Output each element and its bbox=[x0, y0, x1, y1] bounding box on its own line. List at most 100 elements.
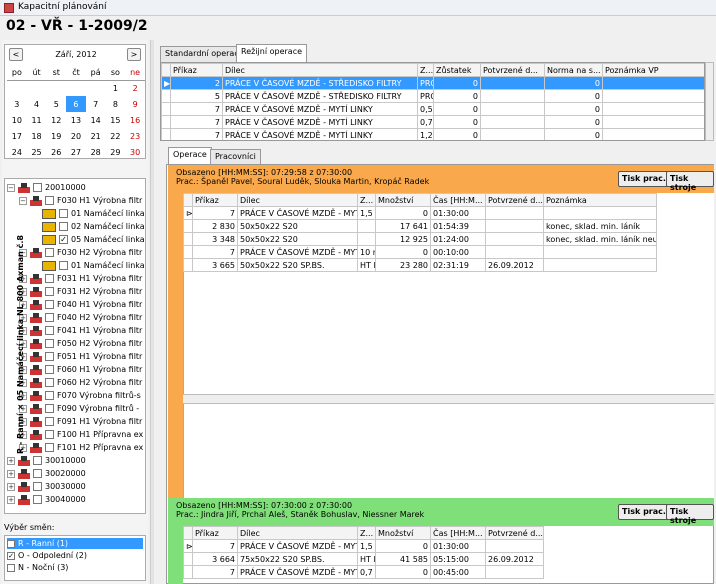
shift-checkbox[interactable]: ✓ bbox=[7, 551, 15, 560]
table-row[interactable]: 7 PRÁCE V ČASOVÉ MZDĚ - MYT... 0,7 0 00:45:0… bbox=[183, 565, 544, 579]
tree-node[interactable]: − F030 H1 Výrobna filtr bbox=[19, 194, 142, 207]
column-header[interactable]: Z... bbox=[357, 193, 376, 207]
table-row[interactable]: 5 PRÁCE V ČASOVÉ MZDĚ - STŘEDISKO FILTRY P… bbox=[161, 89, 704, 103]
tree-checkbox[interactable] bbox=[45, 313, 54, 322]
tree-checkbox[interactable] bbox=[45, 417, 54, 426]
tree-node[interactable]: + F031 H2 Výrobna filtr bbox=[19, 285, 142, 298]
table-row[interactable]: 7PRÁCE V ČASOVÉ MZDĚ - MYT...10 m000:10:… bbox=[183, 245, 657, 259]
calendar-day[interactable]: 27 bbox=[66, 144, 86, 160]
tree-checkbox[interactable] bbox=[59, 261, 68, 270]
calendar-day[interactable]: 30 bbox=[125, 144, 145, 160]
top-grid-scrollbar[interactable] bbox=[705, 62, 714, 141]
table-row[interactable]: 7 PRÁCE V ČASOVÉ MZDĚ - MYTÍ LINKY 0,5 0 0 bbox=[161, 102, 704, 116]
calendar-day[interactable]: 6 bbox=[66, 96, 86, 112]
calendar-day[interactable]: 13 bbox=[66, 112, 86, 128]
calendar-day[interactable]: 9 bbox=[125, 96, 145, 112]
column-header[interactable]: Čas [HH:M... bbox=[430, 526, 486, 540]
tree-node[interactable]: + F050 H2 Výrobna filtr bbox=[19, 337, 142, 350]
calendar-day[interactable]: 18 bbox=[27, 128, 47, 144]
expand-icon[interactable]: + bbox=[7, 456, 15, 465]
tree-node[interactable]: + F031 H1 Výrobna filtr bbox=[19, 272, 142, 285]
tree-node[interactable]: + F040 H1 Výrobna filtr bbox=[19, 298, 142, 311]
column-header[interactable]: Norma na s... bbox=[544, 63, 603, 77]
calendar-day[interactable]: 20 bbox=[66, 128, 86, 144]
column-header[interactable]: Dílec bbox=[237, 526, 358, 540]
table-row[interactable]: ⊳7PRÁCE V ČASOVÉ MZDĚ - MYT...1,5 H001:3… bbox=[183, 206, 657, 220]
tree-checkbox[interactable] bbox=[59, 209, 68, 218]
tab-operations[interactable]: Operace bbox=[168, 147, 212, 165]
column-header[interactable]: Čas [HH:M... bbox=[430, 193, 486, 207]
calendar-day[interactable]: 7 bbox=[86, 96, 106, 112]
calendar-day[interactable]: 21 bbox=[86, 128, 106, 144]
table-row[interactable]: 7 PRÁCE V ČASOVÉ MZDĚ - MYTÍ LINKY 0,7 0 0 bbox=[161, 115, 704, 129]
calendar-day[interactable]: 28 bbox=[86, 144, 106, 160]
expand-icon[interactable]: + bbox=[7, 469, 15, 478]
tree-node[interactable]: 02 Namáčecí linka NL bbox=[31, 220, 145, 233]
calendar-day[interactable]: 4 bbox=[27, 96, 47, 112]
calendar-day[interactable]: 25 bbox=[27, 144, 47, 160]
tree-checkbox[interactable] bbox=[33, 482, 42, 491]
column-header[interactable]: Příkaz bbox=[192, 193, 238, 207]
tree-node[interactable]: + F070 Výrobna filtrů-s bbox=[19, 389, 141, 402]
print-machine-button[interactable]: Tisk stroje bbox=[666, 504, 714, 525]
shift-checkbox[interactable]: ✓ bbox=[7, 539, 15, 548]
tree-node[interactable]: + F090 Výrobna filtrů - bbox=[19, 402, 139, 415]
column-header[interactable]: Potvrzené d... bbox=[480, 63, 545, 77]
column-header[interactable]: Dílec bbox=[222, 63, 418, 77]
table-row[interactable]: ⊳ 7 PRÁCE V ČASOVÉ MZDĚ - MYT... 1,5 0 01:30:… bbox=[183, 539, 544, 553]
tab-overhead-operations[interactable]: Režijní operace bbox=[236, 44, 308, 62]
tree-node[interactable]: + F060 H2 Výrobna filtr bbox=[19, 376, 142, 389]
print-workers-button[interactable]: Tisk prac. bbox=[618, 504, 670, 520]
tree-node[interactable]: + F041 H1 Výrobna filtr bbox=[19, 324, 142, 337]
group-horizontal-scrollbar[interactable] bbox=[183, 394, 714, 404]
column-header[interactable]: Z... bbox=[417, 63, 434, 77]
calendar-day[interactable]: 16 bbox=[125, 112, 145, 128]
splitter[interactable] bbox=[150, 40, 154, 584]
calendar-day[interactable]: 5 bbox=[46, 96, 66, 112]
calendar-day[interactable]: 19 bbox=[46, 128, 66, 144]
calendar-day[interactable]: 24 bbox=[7, 144, 27, 160]
tree-checkbox[interactable] bbox=[33, 469, 42, 478]
column-header[interactable]: Z... bbox=[357, 526, 376, 540]
tree-node[interactable]: + F100 H1 Přípravna ex bbox=[19, 428, 143, 441]
column-header[interactable]: Příkaz bbox=[170, 63, 223, 77]
expand-icon[interactable]: + bbox=[7, 495, 15, 504]
shift-item[interactable]: ✓ O - Odpolední (2) bbox=[7, 550, 143, 561]
shift-item[interactable]: N - Noční (3) bbox=[7, 562, 143, 573]
shift-checkbox[interactable] bbox=[7, 563, 15, 572]
tree-checkbox[interactable] bbox=[45, 300, 54, 309]
tree-checkbox[interactable] bbox=[45, 287, 54, 296]
tree-node[interactable]: − F030 H2 Výrobna filtr bbox=[19, 246, 142, 259]
calendar-day[interactable]: 10 bbox=[7, 112, 27, 128]
print-machine-button[interactable]: Tisk stroje bbox=[666, 171, 714, 192]
calendar-day[interactable]: 12 bbox=[46, 112, 66, 128]
column-header[interactable]: Množství bbox=[375, 193, 431, 207]
calendar-day[interactable]: 17 bbox=[7, 128, 27, 144]
calendar-day[interactable]: 26 bbox=[46, 144, 66, 160]
tree-checkbox[interactable] bbox=[59, 222, 68, 231]
tree-node[interactable]: + F040 H2 Výrobna filtr bbox=[19, 311, 142, 324]
calendar-day[interactable]: 29 bbox=[106, 144, 126, 160]
table-row[interactable]: 3 66550x50x22 S20 SP.BS.HT R23 28002:31:… bbox=[183, 258, 657, 272]
tree-node[interactable]: + F091 H1 Výrobna filtr bbox=[19, 415, 142, 428]
tree-checkbox[interactable] bbox=[45, 352, 54, 361]
calendar-day[interactable]: 23 bbox=[125, 128, 145, 144]
tree-checkbox[interactable] bbox=[45, 378, 54, 387]
calendar-day[interactable]: 8 bbox=[106, 96, 126, 112]
table-row[interactable]: 7 PRÁCE V ČASOVÉ MZDĚ - MYTÍ LINKY 1,2 0 0 bbox=[161, 128, 704, 140]
table-row[interactable]: ▶ 2 PRÁCE V ČASOVÉ MZDĚ - STŘEDISKO FILTRY… bbox=[161, 76, 704, 90]
table-row[interactable]: 3 664 75x50x22 S20 SP.BS. HT I 41 585 05:15:… bbox=[183, 552, 544, 566]
calendar-day[interactable]: 22 bbox=[106, 128, 126, 144]
column-header[interactable]: Potvrzené d... bbox=[485, 526, 544, 540]
print-workers-button[interactable]: Tisk prac. bbox=[618, 171, 670, 187]
next-month-button[interactable]: > bbox=[127, 48, 141, 61]
calendar-day[interactable]: 11 bbox=[27, 112, 47, 128]
table-row[interactable]: 2 830 50x50x22 S20 17 641 01:54:39 konec, sk… bbox=[183, 219, 657, 233]
tree-node[interactable]: 01 Namáčecí linka NL bbox=[31, 259, 145, 272]
tree-checkbox[interactable] bbox=[33, 495, 42, 504]
tree-checkbox[interactable]: ✓ bbox=[59, 235, 68, 244]
calendar-day[interactable]: 15 bbox=[106, 112, 126, 128]
tree-checkbox[interactable] bbox=[45, 339, 54, 348]
expand-icon[interactable]: + bbox=[7, 482, 15, 491]
tree-checkbox[interactable] bbox=[33, 456, 42, 465]
